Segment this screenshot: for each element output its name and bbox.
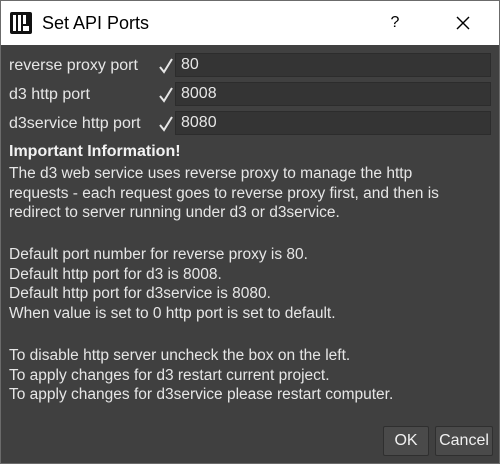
cancel-button[interactable]: Cancel — [435, 426, 493, 456]
port-row-d3service-http: d3service http port — [9, 111, 493, 137]
info-line: When value is set to 0 http port is set … — [9, 304, 336, 322]
info-paragraph-defaults: Default port number for reverse proxy is… — [9, 245, 493, 323]
info-line: Default http port for d3 is 8008. — [9, 265, 222, 283]
app-logo-icon — [10, 12, 32, 34]
dialog-content: reverse proxy port d3 http port d3servic… — [1, 45, 499, 463]
port-row-d3-http: d3 http port — [9, 82, 493, 108]
close-icon — [456, 16, 470, 30]
checkmark-icon — [159, 116, 173, 132]
info-line: The d3 web service uses reverse proxy to… — [9, 165, 413, 182]
title-bar: Set API Ports ? — [1, 1, 499, 45]
info-line: requests - each request goes to reverse … — [9, 184, 439, 202]
set-api-ports-dialog: Set API Ports ? reverse proxy port d3 ht… — [0, 0, 500, 464]
help-button[interactable]: ? — [377, 1, 413, 45]
d3service-http-port-checkbox[interactable] — [155, 113, 177, 135]
info-line: To apply changes for d3service please re… — [9, 386, 394, 403]
info-paragraph-proxy: The d3 web service uses reverse proxy to… — [9, 164, 493, 223]
info-line: Default port number for reverse proxy is… — [9, 246, 308, 263]
d3service-http-port-input[interactable] — [175, 111, 491, 135]
important-info-heading: Important Information! — [9, 143, 181, 160]
info-line: Default http port for d3service is 8080. — [9, 285, 271, 302]
d3-http-port-input[interactable] — [175, 82, 491, 106]
info-line: To disable http server uncheck the box o… — [9, 347, 351, 364]
port-row-reverse-proxy: reverse proxy port — [9, 53, 493, 79]
d3-http-port-label: d3 http port — [9, 86, 90, 103]
window-title: Set API Ports — [42, 13, 150, 33]
ok-button[interactable]: OK — [383, 426, 429, 456]
info-paragraph-apply: To disable http server uncheck the box o… — [9, 346, 493, 405]
checkmark-icon — [159, 58, 173, 74]
d3-http-port-checkbox[interactable] — [155, 84, 177, 106]
reverse-proxy-port-checkbox[interactable] — [155, 55, 177, 77]
d3service-http-port-label: d3service http port — [9, 115, 141, 132]
reverse-proxy-port-label: reverse proxy port — [9, 57, 138, 74]
info-line: To apply changes for d3 restart current … — [9, 366, 330, 384]
checkmark-icon — [159, 87, 173, 103]
info-line: redirect to server running under d3 or d… — [9, 204, 340, 221]
close-button[interactable] — [441, 1, 485, 45]
reverse-proxy-port-input[interactable] — [175, 53, 491, 77]
